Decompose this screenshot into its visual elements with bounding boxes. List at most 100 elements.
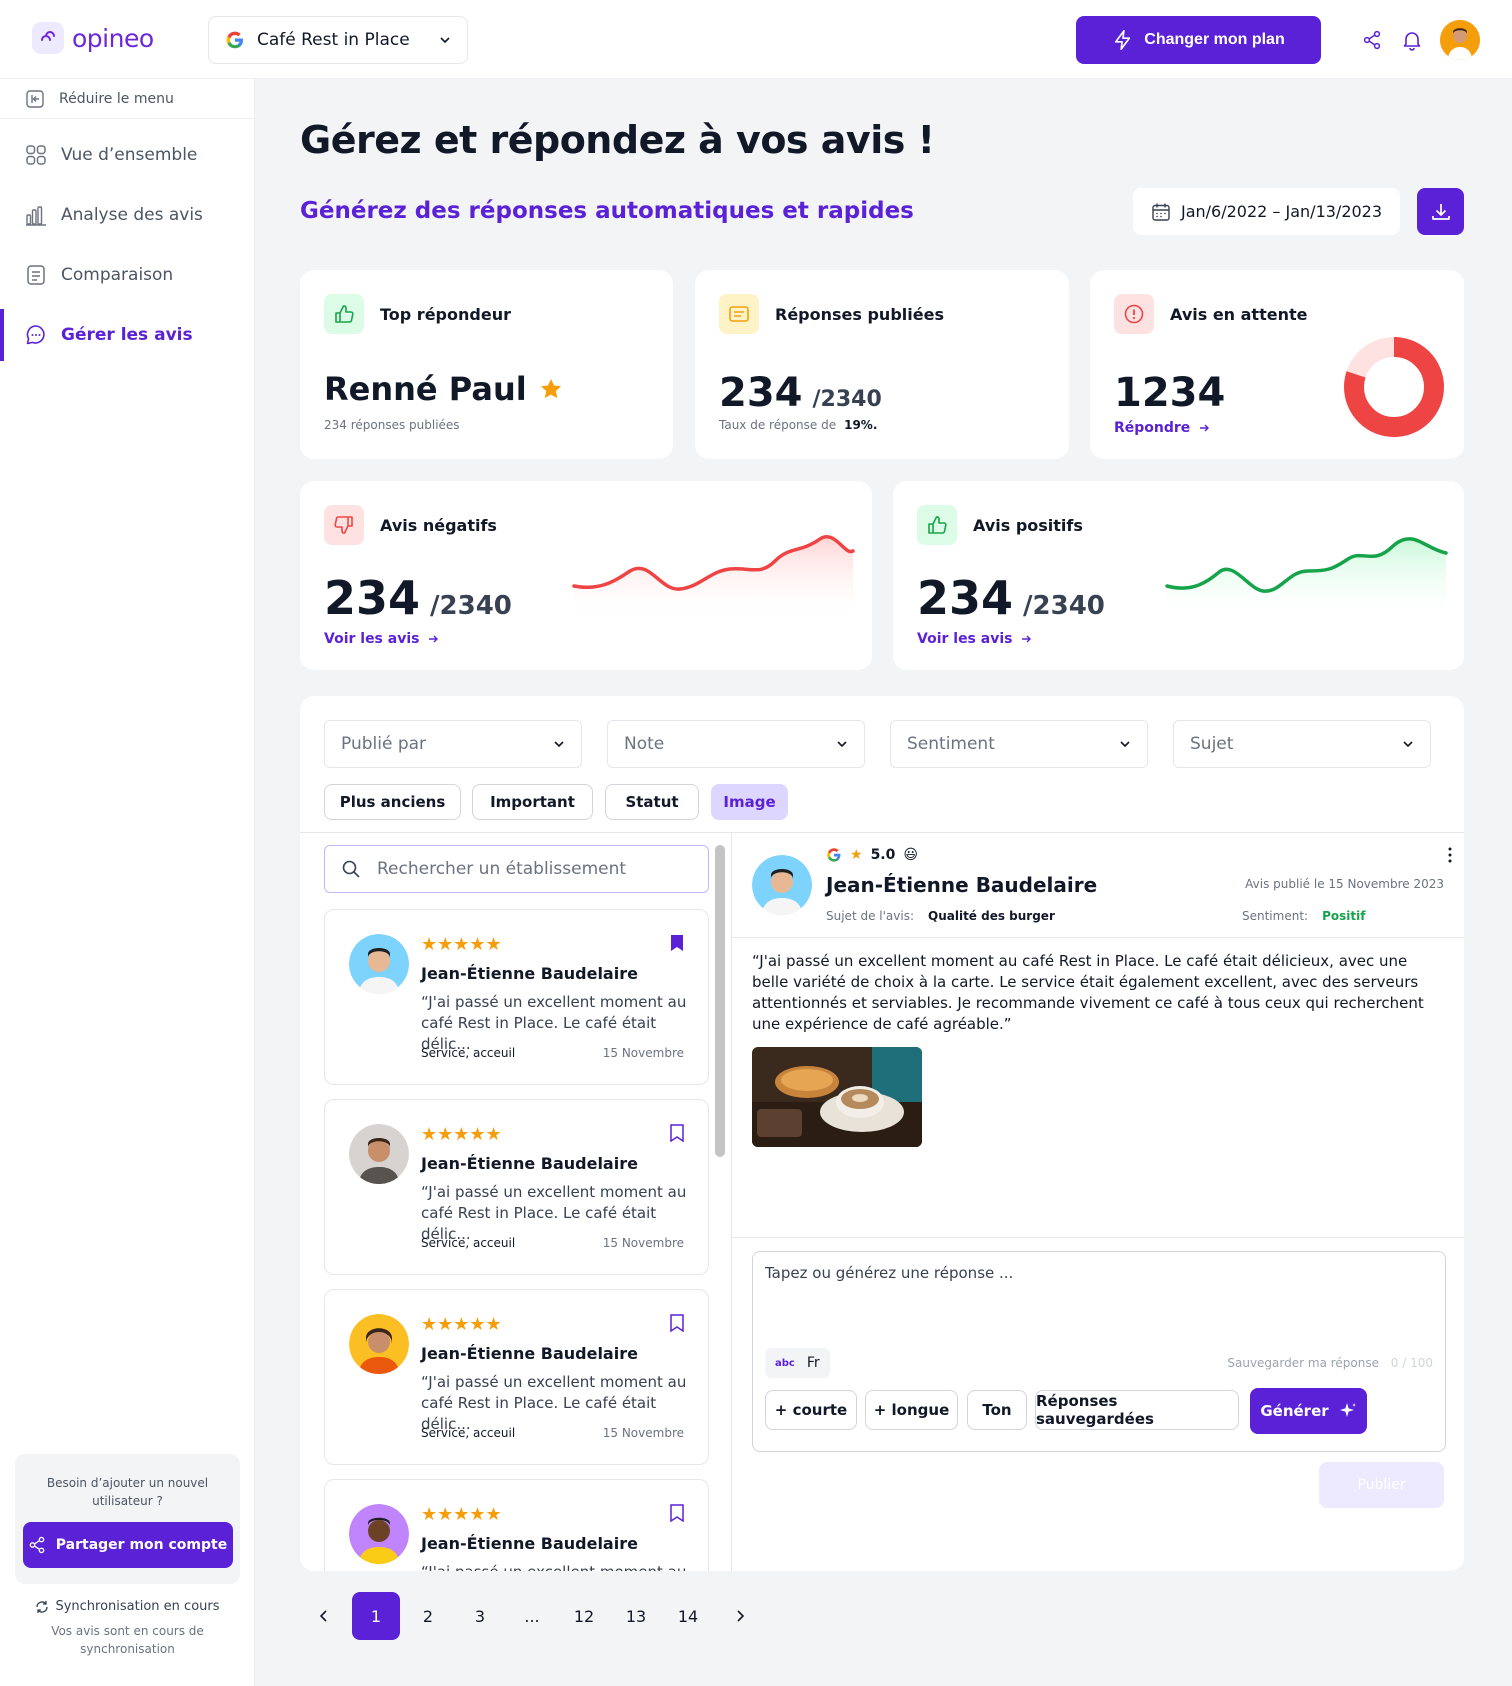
longer-button[interactable]: + longue bbox=[865, 1390, 958, 1430]
user-avatar[interactable] bbox=[1440, 20, 1480, 60]
chevron-down-icon bbox=[440, 37, 450, 44]
chip-status[interactable]: Statut bbox=[605, 784, 699, 820]
logo[interactable]: opineo bbox=[32, 22, 154, 54]
review-date: 15 Novembre bbox=[602, 1236, 684, 1250]
collapse-menu-button[interactable]: Réduire le menu bbox=[0, 79, 254, 119]
chip-important[interactable]: Important bbox=[472, 784, 593, 820]
sentiment-emoji: 😃 bbox=[903, 847, 918, 863]
sidebar-item-overview[interactable]: Vue d’ensemble bbox=[0, 129, 254, 181]
location-select[interactable]: Café Rest in Place bbox=[208, 16, 468, 64]
reply-placeholder: Tapez ou générez une réponse ... bbox=[765, 1264, 1014, 1282]
sidebar-item-analysis[interactable]: Analyse des avis bbox=[0, 189, 254, 241]
sidebar: Réduire le menu Vue d’ensemble Analyse d… bbox=[0, 79, 255, 1686]
chevron-down-icon bbox=[554, 741, 564, 748]
language-selector[interactable]: abc Fr bbox=[765, 1348, 830, 1378]
bell-icon[interactable] bbox=[1396, 24, 1428, 56]
more-options-icon[interactable] bbox=[1448, 847, 1452, 867]
review-list: Rechercher un établissement ★★★★★ Jean-É… bbox=[300, 832, 732, 1571]
filter-label: Sentiment bbox=[907, 734, 995, 754]
top-responder-name: Renné Paul bbox=[324, 370, 527, 408]
share-icon[interactable] bbox=[1356, 24, 1388, 56]
negative-reviews-card: Avis négatifs 234 /2340 Voir les avis bbox=[300, 481, 872, 670]
page-button[interactable]: 3 bbox=[456, 1592, 504, 1640]
bookmark-icon[interactable] bbox=[670, 1124, 684, 1146]
search-icon bbox=[342, 860, 360, 878]
search-input[interactable]: Rechercher un établissement bbox=[324, 845, 709, 893]
language-value: Fr bbox=[806, 1355, 820, 1371]
share-icon bbox=[29, 1536, 45, 1554]
top-responder-card: Top répondeur Renné Paul 234 réponses pu… bbox=[300, 270, 673, 459]
pagination: 1 2 3 ... 12 13 14 bbox=[300, 1592, 768, 1640]
bookmark-icon[interactable] bbox=[670, 1314, 684, 1336]
save-reply-link[interactable]: Sauvegarder ma réponse bbox=[1227, 1356, 1379, 1370]
chip-oldest[interactable]: Plus anciens bbox=[324, 784, 461, 820]
filter-subject[interactable]: Sujet bbox=[1173, 720, 1431, 768]
next-page-icon[interactable] bbox=[716, 1592, 764, 1640]
publish-button[interactable]: Publier bbox=[1319, 1462, 1444, 1508]
message-list-icon bbox=[719, 294, 759, 334]
published-total: /2340 bbox=[812, 387, 882, 412]
shorter-button[interactable]: + courte bbox=[765, 1390, 857, 1430]
page-ellipsis: ... bbox=[524, 1606, 540, 1626]
page-button[interactable]: 13 bbox=[612, 1592, 660, 1640]
char-counter: 0 / 100 bbox=[1390, 1356, 1433, 1370]
thumbs-up-icon bbox=[324, 294, 364, 334]
download-button[interactable] bbox=[1417, 188, 1464, 235]
saved-replies-button[interactable]: Réponses sauvegardées bbox=[1035, 1390, 1239, 1430]
reviewer-name: Jean-Étienne Baudelaire bbox=[421, 1344, 638, 1363]
review-card[interactable]: ★★★★★ Jean-Étienne Baudelaire “J'ai pass… bbox=[324, 1289, 709, 1465]
response-rate-value: 19%. bbox=[844, 418, 878, 432]
sidebar-item-comparison[interactable]: Comparaison bbox=[0, 249, 254, 301]
share-account-button[interactable]: Partager mon compte bbox=[22, 1522, 233, 1568]
page-button[interactable]: 12 bbox=[560, 1592, 608, 1640]
review-detail: ★ 5.0 😃 Jean-Étienne Baudelaire Avis pub… bbox=[732, 832, 1464, 1571]
lightning-icon bbox=[1115, 30, 1131, 50]
page-button[interactable]: 14 bbox=[664, 1592, 712, 1640]
review-card[interactable]: ★★★★★ Jean-Étienne Baudelaire “J'ai pass… bbox=[324, 1479, 709, 1571]
page-button[interactable]: 2 bbox=[404, 1592, 452, 1640]
list-scrollbar[interactable] bbox=[715, 845, 725, 1157]
review-excerpt: “J'ai passé un excellent moment au bbox=[421, 1562, 691, 1571]
subject-value: Qualité des burger bbox=[928, 909, 1055, 923]
review-photo[interactable] bbox=[752, 1047, 922, 1147]
reply-link[interactable]: Répondre bbox=[1114, 420, 1210, 436]
arrow-right-icon bbox=[1022, 635, 1032, 643]
bookmark-icon[interactable] bbox=[670, 1504, 684, 1526]
tone-button[interactable]: Ton bbox=[967, 1390, 1027, 1430]
see-negative-reviews-link[interactable]: Voir les avis bbox=[324, 631, 439, 647]
sidebar-item-manage-reviews[interactable]: Gérer les avis bbox=[0, 309, 254, 361]
review-card[interactable]: ★★★★★ Jean-Étienne Baudelaire “J'ai pass… bbox=[324, 1099, 709, 1275]
see-positive-reviews-link[interactable]: Voir les avis bbox=[917, 631, 1032, 647]
published-replies-card: Réponses publiées 234 /2340 Taux de répo… bbox=[695, 270, 1069, 459]
bookmark-filled-icon[interactable] bbox=[670, 934, 684, 956]
chip-image[interactable]: Image bbox=[711, 784, 788, 820]
page-button[interactable]: 1 bbox=[352, 1592, 400, 1640]
prev-page-icon[interactable] bbox=[300, 1592, 348, 1640]
sync-status: Synchronisation en cours Vos avis sont e… bbox=[15, 1599, 240, 1658]
change-plan-button[interactable]: Changer mon plan bbox=[1076, 16, 1321, 64]
review-tags: Service, acceuil bbox=[421, 1236, 516, 1250]
filter-sentiment[interactable]: Sentiment bbox=[890, 720, 1148, 768]
pending-value: 1234 bbox=[1114, 370, 1226, 416]
add-user-text: Besoin d’ajouter un nouvel utilisateur ? bbox=[46, 1476, 209, 1508]
logo-text: opineo bbox=[72, 23, 154, 53]
star-icon bbox=[540, 379, 561, 399]
positive-trend-sparkline bbox=[1165, 537, 1448, 621]
alert-icon bbox=[1114, 294, 1154, 334]
search-placeholder: Rechercher un établissement bbox=[377, 859, 627, 879]
review-card[interactable]: ★★★★★ Jean-Étienne Baudelaire “J'ai pass… bbox=[324, 909, 709, 1085]
logo-icon bbox=[32, 22, 64, 54]
review-date: 15 Novembre bbox=[602, 1046, 684, 1060]
download-icon bbox=[1431, 203, 1450, 220]
filter-rating[interactable]: Note bbox=[607, 720, 865, 768]
generate-label: Générer bbox=[1260, 1402, 1329, 1420]
filter-published-by[interactable]: Publié par bbox=[324, 720, 582, 768]
chevron-down-icon bbox=[837, 741, 847, 748]
bar-chart-icon bbox=[26, 206, 46, 226]
page-subtitle: Générez des réponses automatiques et rap… bbox=[300, 198, 914, 224]
date-range-picker[interactable]: Jan/6/2022 – Jan/13/2023 bbox=[1133, 188, 1400, 235]
generate-button[interactable]: Générer bbox=[1250, 1388, 1367, 1434]
page-title: Gérez et répondez à vos avis ! bbox=[300, 118, 935, 162]
filter-label: Note bbox=[624, 734, 665, 754]
google-icon bbox=[827, 848, 841, 862]
